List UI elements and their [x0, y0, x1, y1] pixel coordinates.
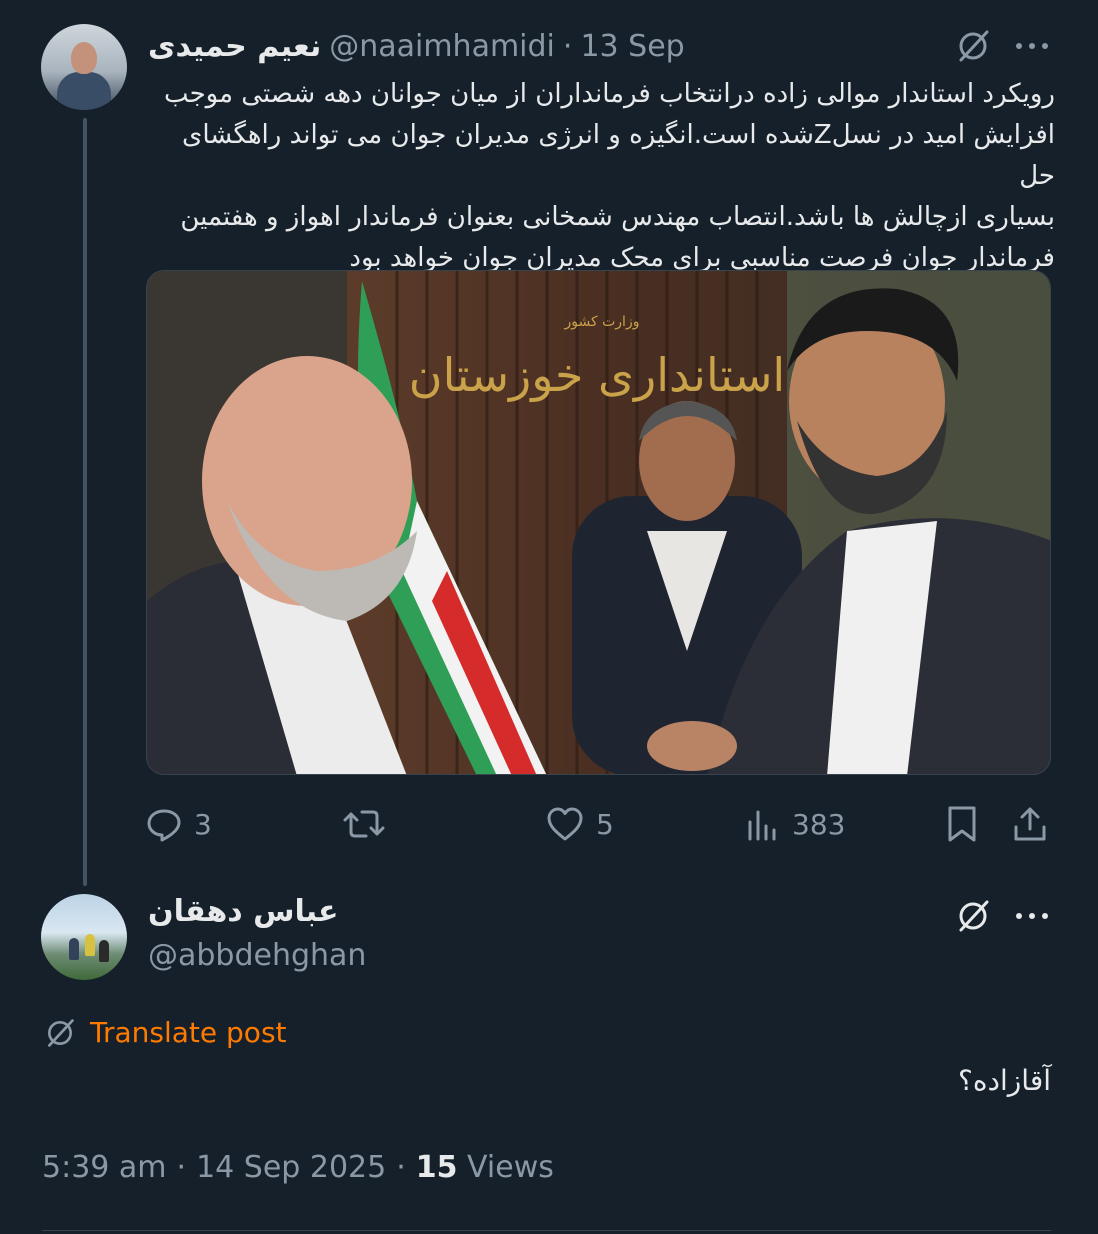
bookmark-button[interactable]: [946, 800, 978, 848]
translate-post-label: Translate post: [90, 1016, 287, 1049]
translate-post-link[interactable]: Translate post: [44, 1016, 287, 1049]
tweet-text-line: افزایش امید در نسلZشده است.انگیزه و انرژ…: [182, 120, 1055, 191]
author-handle[interactable]: @naaimhamidi: [329, 29, 555, 64]
author-name[interactable]: نعیم حمیدی: [148, 29, 321, 64]
reply-author-avatar[interactable]: [41, 894, 127, 980]
sign-small-text: وزارت کشور: [564, 314, 640, 330]
share-icon: [1014, 807, 1046, 841]
view-count: 383: [792, 807, 846, 841]
separator-dot: ·: [562, 28, 573, 64]
tweet-text-line: بسیاری ازچالش ها باشد.انتصاب مهندس شمخان…: [180, 202, 1055, 232]
retweet-icon: [343, 810, 385, 838]
tweet-header: نعیم حمیدی @naaimhamidi · 13 Sep: [148, 26, 958, 66]
retweet-button[interactable]: [342, 800, 398, 848]
tweet-text: رویکرد استاندار موالی زاده درانتخاب فرما…: [150, 74, 1055, 279]
views-button[interactable]: 383: [746, 800, 845, 848]
reply-button[interactable]: 3: [146, 800, 212, 848]
reply-author-name[interactable]: عباس دهقان: [148, 894, 339, 929]
separator-dot: ·: [396, 1150, 406, 1185]
sign-large-text: استانداری خوزستان: [409, 348, 785, 403]
like-count: 5: [596, 807, 614, 841]
reply-meta: 5:39 am · 14 Sep 2025 · 15 Views: [42, 1150, 554, 1185]
reply-view-count: 15: [415, 1150, 458, 1185]
reply-text: آقازاده؟: [958, 1064, 1051, 1097]
reply-views[interactable]: 15 Views: [416, 1150, 554, 1185]
grok-icon[interactable]: [955, 28, 991, 64]
tweet-photo[interactable]: وزارت کشور استانداری خوزستان: [146, 270, 1051, 775]
reply-date[interactable]: 14 Sep 2025: [196, 1150, 386, 1185]
reply-time[interactable]: 5:39 am: [42, 1150, 167, 1185]
more-options-icon[interactable]: [1014, 898, 1050, 934]
photo-illustration: وزارت کشور استانداری خوزستان: [147, 271, 1050, 774]
tweet-text-line: رویکرد استاندار موالی زاده درانتخاب فرما…: [164, 79, 1055, 109]
more-options-icon[interactable]: [1014, 28, 1050, 64]
like-button[interactable]: 5: [546, 800, 614, 848]
thread-connector: [83, 118, 87, 886]
bookmark-icon: [948, 806, 976, 842]
heart-icon: [547, 807, 583, 841]
grok-icon[interactable]: [955, 898, 991, 934]
share-button[interactable]: [1012, 800, 1048, 848]
reply-count: 3: [194, 807, 212, 841]
tweet-date[interactable]: 13 Sep: [580, 29, 684, 64]
views-icon: [748, 810, 776, 841]
divider: [42, 1230, 1051, 1231]
reply-author-handle[interactable]: @abbdehghan: [148, 938, 366, 973]
author-avatar[interactable]: [41, 24, 127, 110]
separator-dot: ·: [176, 1150, 187, 1185]
translate-icon: [48, 1018, 74, 1047]
reply-icon: [147, 809, 181, 842]
tweet-action-bar: 3 5 383: [146, 800, 1051, 848]
reply-views-label: Views: [467, 1150, 554, 1185]
